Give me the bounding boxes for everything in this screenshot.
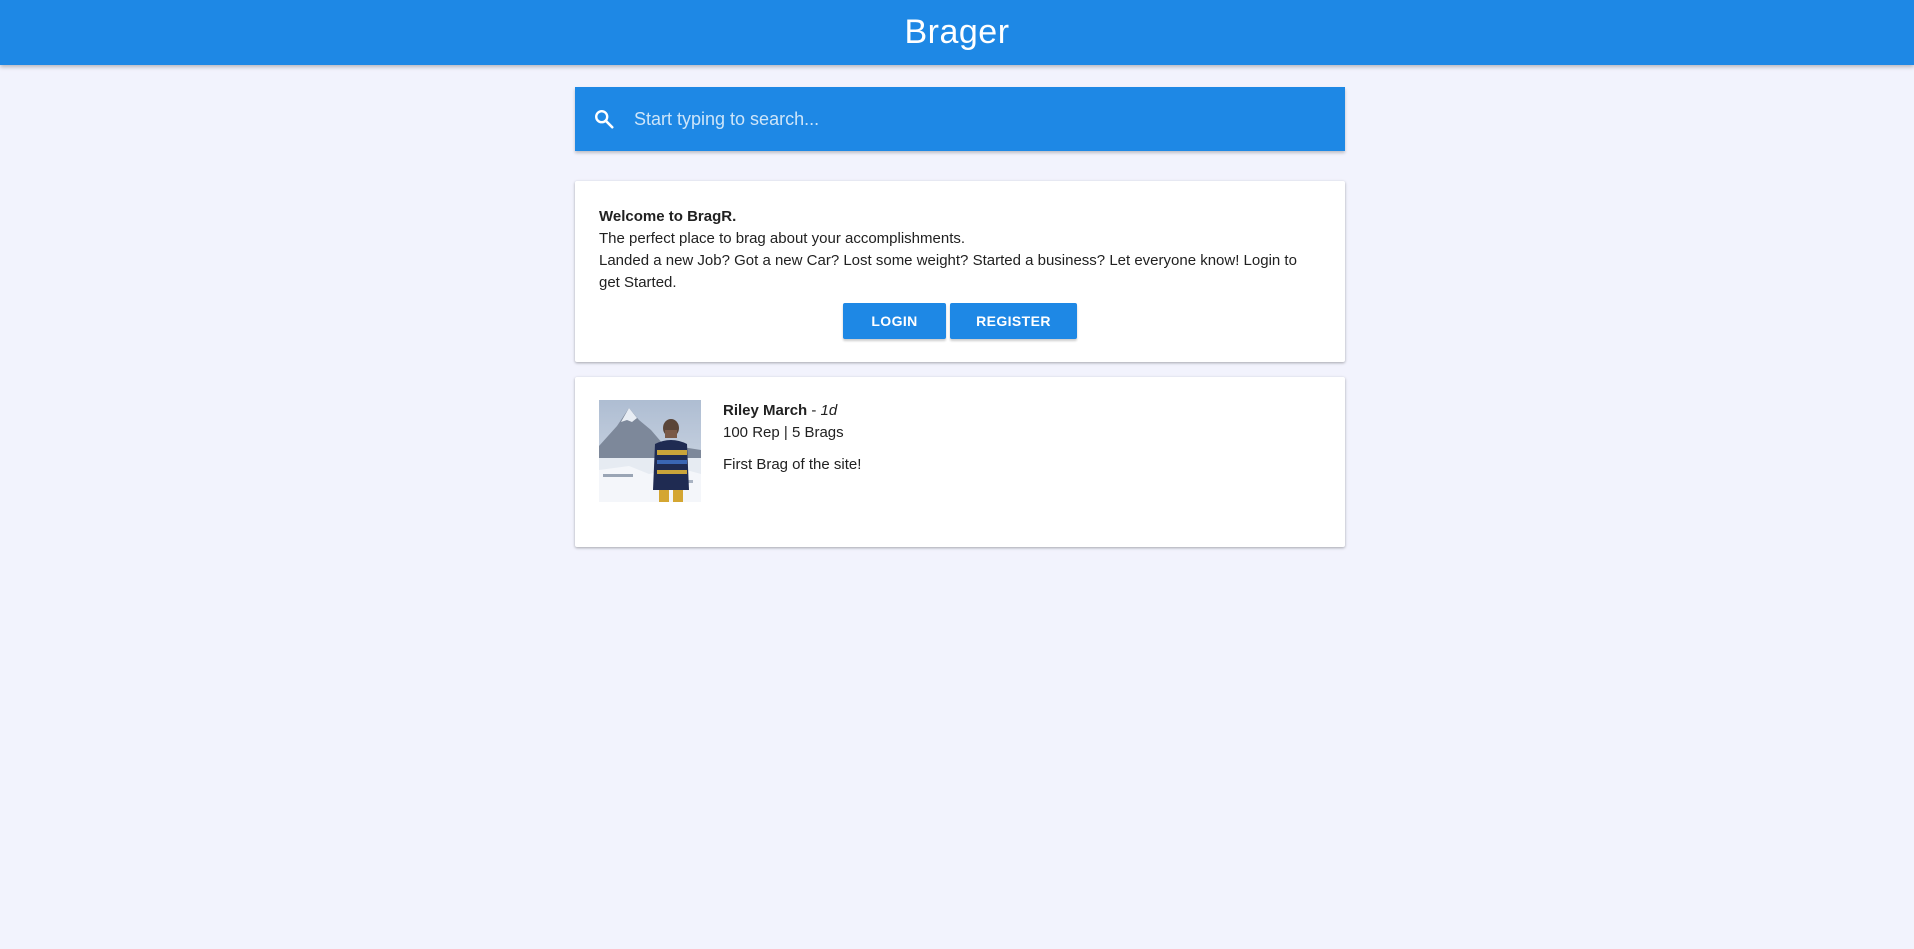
main-column: Welcome to BragR. The perfect place to b… (575, 87, 1345, 547)
welcome-card: Welcome to BragR. The perfect place to b… (575, 181, 1345, 362)
brag-time: 1d (820, 402, 838, 419)
brag-text: First Brag of the site! (723, 456, 862, 473)
brag-user-name[interactable]: Riley March (723, 402, 807, 419)
register-button[interactable]: REGISTER (950, 303, 1077, 339)
welcome-tagline: The perfect place to brag about your acc… (599, 230, 966, 247)
welcome-description: Landed a new Job? Got a new Car? Lost so… (599, 252, 1297, 291)
welcome-heading: Welcome to BragR. (599, 208, 737, 225)
login-button[interactable]: LOGIN (843, 303, 946, 339)
app-header: Brager (0, 0, 1914, 65)
app-title: Brager (904, 13, 1010, 51)
brag-separator: - (807, 402, 821, 419)
auth-buttons: LOGIN REGISTER (599, 303, 1321, 339)
search-icon (592, 107, 616, 131)
search-bar (575, 87, 1345, 151)
search-input[interactable] (634, 99, 1314, 139)
brag-body: Riley March - 1d 100 Rep | 5 Brags First… (723, 400, 861, 524)
brag-user-stats: 100 Rep | 5 Brags (723, 424, 844, 441)
brag-card[interactable]: Riley March - 1d 100 Rep | 5 Brags First… (575, 377, 1345, 547)
brag-header: Riley March - 1d (723, 400, 861, 422)
avatar[interactable] (599, 400, 701, 502)
